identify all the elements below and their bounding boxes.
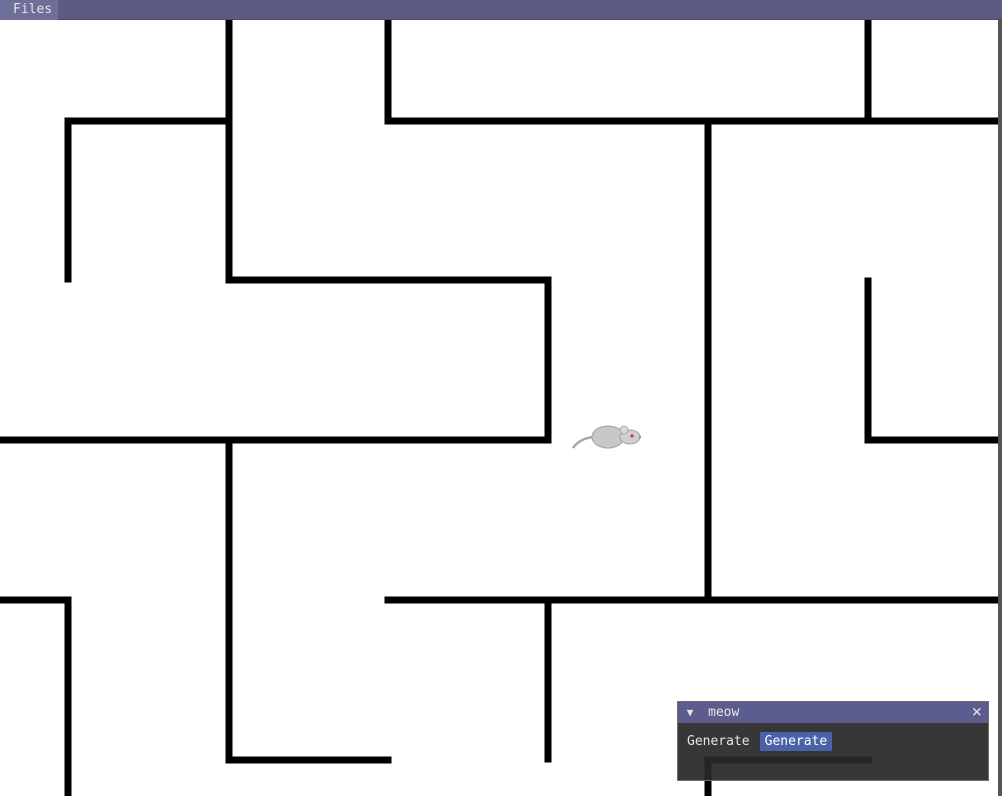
mouse-tail — [571, 435, 595, 449]
menu-bar: Files — [0, 0, 1002, 20]
maze-canvas — [0, 20, 1002, 796]
menu-files[interactable]: Files — [0, 0, 59, 20]
mouse-eye — [630, 434, 634, 438]
maze-walls — [0, 20, 1002, 796]
panel-body: Generate Generate — [678, 723, 988, 751]
mouse-body — [591, 425, 625, 449]
close-icon[interactable]: × — [972, 702, 982, 723]
generate-button[interactable]: Generate — [759, 732, 833, 751]
window-right-edge — [998, 20, 1002, 796]
generate-label: Generate — [687, 734, 750, 749]
collapse-triangle-icon[interactable]: ▼ — [680, 706, 700, 719]
mouse-ear — [619, 425, 629, 435]
panel-title: meow — [708, 705, 740, 720]
mouse-sprite — [571, 425, 642, 449]
panel-title-bar[interactable]: ▼ meow × — [678, 702, 988, 723]
mouse-nose — [638, 435, 642, 439]
meow-panel: ▼ meow × Generate Generate — [677, 701, 989, 781]
